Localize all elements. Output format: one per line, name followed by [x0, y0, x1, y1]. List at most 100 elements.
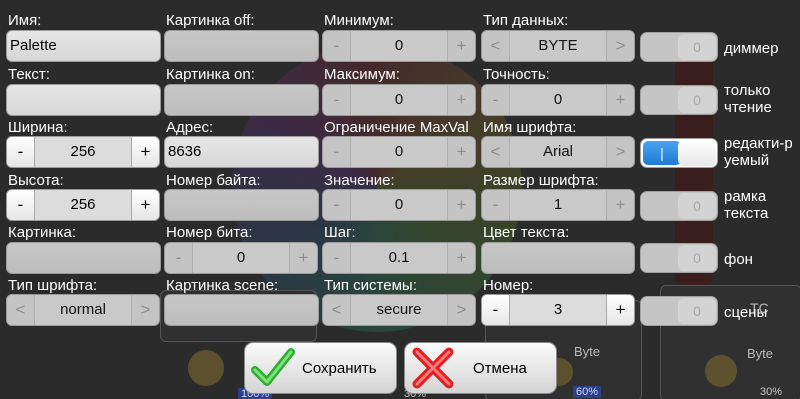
height-decrement-button[interactable]: - [7, 190, 35, 220]
bit-number-increment-button[interactable]: + [289, 243, 317, 273]
save-button-label: Сохранить [302, 359, 377, 377]
editable-toggle-knob [678, 140, 716, 166]
text-frame-label: рамка текста [724, 188, 769, 222]
number-increment-button[interactable]: + [606, 295, 634, 325]
address-input[interactable]: 8636 [164, 136, 319, 168]
value-label: Значение: [324, 172, 395, 189]
number-label: Номер: [483, 277, 534, 294]
picture-scene-label: Картинка scene: [166, 277, 279, 294]
value-increment-button[interactable]: + [447, 190, 475, 220]
height-increment-button[interactable]: + [131, 190, 159, 220]
font-type-prev-button[interactable]: < [7, 295, 35, 325]
editable-toggle-on-indicator: | [643, 141, 681, 165]
scenes-toggle[interactable]: 0 [640, 296, 718, 326]
dimmer-toggle-knob: 0 [678, 34, 716, 60]
text-color-input[interactable] [481, 242, 635, 274]
read-only-toggle-knob: 0 [678, 87, 716, 113]
system-type-next-button[interactable]: > [447, 295, 475, 325]
picture-input[interactable] [6, 242, 161, 274]
picture-on-input[interactable] [164, 84, 319, 116]
scenes-toggle-knob: 0 [678, 298, 716, 324]
system-type-prev-button[interactable]: < [323, 295, 351, 325]
editable-toggle[interactable]: | [640, 138, 718, 168]
minimum-value[interactable]: 0 [351, 31, 447, 61]
maximum-label: Максимум: [324, 66, 400, 83]
value-decrement-button[interactable]: - [323, 190, 351, 220]
save-button[interactable]: Сохранить [244, 342, 397, 394]
font-type-label: Тип шрифта: [8, 277, 98, 294]
number-decrement-button[interactable]: - [482, 295, 510, 325]
bit-number-value[interactable]: 0 [193, 243, 289, 273]
step-increment-button[interactable]: + [447, 243, 475, 273]
step-stepper: - 0.1 + [322, 242, 476, 274]
bg-lightbulb-3 [705, 355, 737, 387]
editable-label: редакти-руемый [724, 135, 793, 169]
precision-stepper: - 0 + [481, 84, 635, 116]
background-toggle[interactable]: 0 [640, 243, 718, 273]
precision-value[interactable]: 0 [510, 85, 606, 115]
width-increment-button[interactable]: + [131, 137, 159, 167]
step-value[interactable]: 0.1 [351, 243, 447, 273]
text-input[interactable] [6, 84, 161, 116]
text-frame-toggle[interactable]: 0 [640, 191, 718, 221]
value-value[interactable]: 0 [351, 190, 447, 220]
picture-on-label: Картинка on: [166, 66, 255, 83]
bg-tile1-label: Byte [574, 344, 601, 359]
text-color-label: Цвет текста: [483, 224, 570, 241]
checkmark-icon [251, 348, 295, 386]
maximum-increment-button[interactable]: + [447, 85, 475, 115]
data-type-value: BYTE [510, 31, 606, 61]
font-size-label: Размер шрифта: [483, 172, 599, 189]
cancel-button-label: Отмена [473, 359, 527, 377]
precision-increment-button[interactable]: + [606, 85, 634, 115]
font-size-value[interactable]: 1 [510, 190, 606, 220]
font-size-stepper: - 1 + [481, 189, 635, 221]
bg-percent-3: 60% [573, 386, 602, 398]
number-stepper: - 3 + [481, 294, 635, 326]
step-decrement-button[interactable]: - [323, 243, 351, 273]
maximum-decrement-button[interactable]: - [323, 85, 351, 115]
data-type-next-button[interactable]: > [606, 31, 634, 61]
bit-number-label: Номер бита: [166, 224, 253, 241]
data-type-prev-button[interactable]: < [482, 31, 510, 61]
max-limit-decrement-button[interactable]: - [323, 137, 351, 167]
precision-decrement-button[interactable]: - [482, 85, 510, 115]
font-name-selector: < Arial > [481, 136, 635, 168]
max-limit-label: Ограничение MaxVal [324, 119, 469, 136]
height-value[interactable]: 256 [35, 190, 131, 220]
value-stepper: - 0 + [322, 189, 476, 221]
dimmer-toggle[interactable]: 0 [640, 32, 718, 62]
system-type-selector: < secure > [322, 294, 476, 326]
number-value[interactable]: 3 [510, 295, 606, 325]
minimum-decrement-button[interactable]: - [323, 31, 351, 61]
minimum-stepper: - 0 + [322, 30, 476, 62]
name-input[interactable]: Palette [6, 30, 161, 62]
maximum-stepper: - 0 + [322, 84, 476, 116]
max-limit-increment-button[interactable]: + [447, 137, 475, 167]
height-label: Высота: [8, 172, 64, 189]
bg-lightbulb-1 [188, 350, 224, 386]
font-size-increment-button[interactable]: + [606, 190, 634, 220]
minimum-increment-button[interactable]: + [447, 31, 475, 61]
width-decrement-button[interactable]: - [7, 137, 35, 167]
font-type-next-button[interactable]: > [131, 295, 159, 325]
font-size-decrement-button[interactable]: - [482, 190, 510, 220]
step-label: Шаг: [324, 224, 356, 241]
minimum-label: Минимум: [324, 12, 394, 29]
maximum-value[interactable]: 0 [351, 85, 447, 115]
max-limit-value[interactable]: 0 [351, 137, 447, 167]
picture-scene-input[interactable] [164, 294, 319, 326]
font-name-prev-button[interactable]: < [482, 137, 510, 167]
font-name-next-button[interactable]: > [606, 137, 634, 167]
picture-off-input[interactable] [164, 30, 319, 62]
byte-number-input[interactable] [164, 189, 319, 221]
precision-label: Точность: [483, 66, 550, 83]
bit-number-decrement-button[interactable]: - [165, 243, 193, 273]
data-type-label: Тип данных: [483, 12, 569, 29]
picture-label: Картинка: [8, 224, 77, 241]
width-value[interactable]: 256 [35, 137, 131, 167]
cancel-button[interactable]: Отмена [404, 342, 557, 394]
height-stepper: - 256 + [6, 189, 160, 221]
read-only-toggle[interactable]: 0 [640, 85, 718, 115]
width-stepper: - 256 + [6, 136, 160, 168]
